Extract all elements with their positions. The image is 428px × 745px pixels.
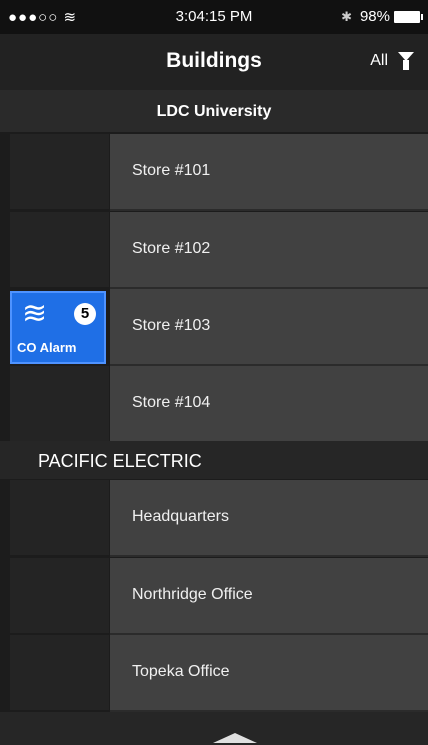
building-row[interactable]: Store #102	[0, 212, 428, 289]
building-name: Store #103	[132, 317, 211, 334]
battery-percentage: 98%	[359, 8, 390, 25]
chevron-up-icon[interactable]	[213, 733, 257, 743]
building-cell[interactable]: Store #103	[110, 289, 428, 366]
group-header-ldc-university: LDC University	[0, 90, 428, 132]
building-name: Store #101	[132, 162, 211, 179]
building-cell[interactable]: Topeka Office	[110, 635, 428, 712]
building-name: Topeka Office	[132, 663, 230, 680]
building-name: Store #104	[132, 394, 211, 411]
status-cell	[10, 558, 109, 633]
status-cell	[10, 134, 109, 209]
building-name: Headquarters	[132, 508, 229, 525]
building-row[interactable]: Topeka Office	[0, 635, 428, 712]
building-cell[interactable]: Store #104	[110, 366, 428, 443]
building-cell[interactable]: Headquarters	[110, 480, 428, 557]
building-cell[interactable]: Store #102	[110, 212, 428, 289]
filter-button[interactable]: All	[370, 52, 414, 70]
status-cell	[10, 635, 109, 710]
filter-label: All	[370, 52, 388, 69]
co-alarm-badge[interactable]: ≋ 5 CO Alarm	[10, 291, 106, 364]
building-row[interactable]: Store #101	[0, 134, 428, 211]
status-cell	[10, 480, 109, 555]
group-title: PACIFIC ELECTRIC	[38, 451, 202, 471]
alarm-count: 5	[74, 303, 96, 325]
page-title: Buildings	[166, 49, 262, 72]
status-bar: ●●●○○ ≋ 3:04:15 PM ✱ 98%	[0, 0, 428, 34]
footer-bar	[0, 712, 428, 745]
gas-wave-icon: ≋	[22, 297, 48, 330]
group-title: LDC University	[156, 103, 272, 120]
battery-icon	[394, 10, 423, 23]
building-name: Store #102	[132, 240, 211, 257]
building-cell[interactable]: Northridge Office	[110, 558, 428, 635]
navigation-bar: Buildings All	[0, 34, 428, 90]
building-name: Northridge Office	[132, 586, 253, 603]
filter-icon[interactable]	[398, 52, 414, 70]
status-right: ✱ 98%	[341, 8, 423, 25]
status-cell	[10, 366, 109, 441]
group-header-pacific-electric: PACIFIC ELECTRIC	[0, 441, 428, 479]
building-row[interactable]: Northridge Office	[0, 558, 428, 635]
building-row[interactable]: Headquarters	[0, 480, 428, 557]
building-row[interactable]: Store #104	[0, 366, 428, 443]
building-cell[interactable]: Store #101	[110, 134, 428, 211]
status-cell	[10, 212, 109, 287]
bluetooth-icon: ✱	[341, 8, 352, 24]
alarm-label: CO Alarm	[17, 340, 77, 355]
